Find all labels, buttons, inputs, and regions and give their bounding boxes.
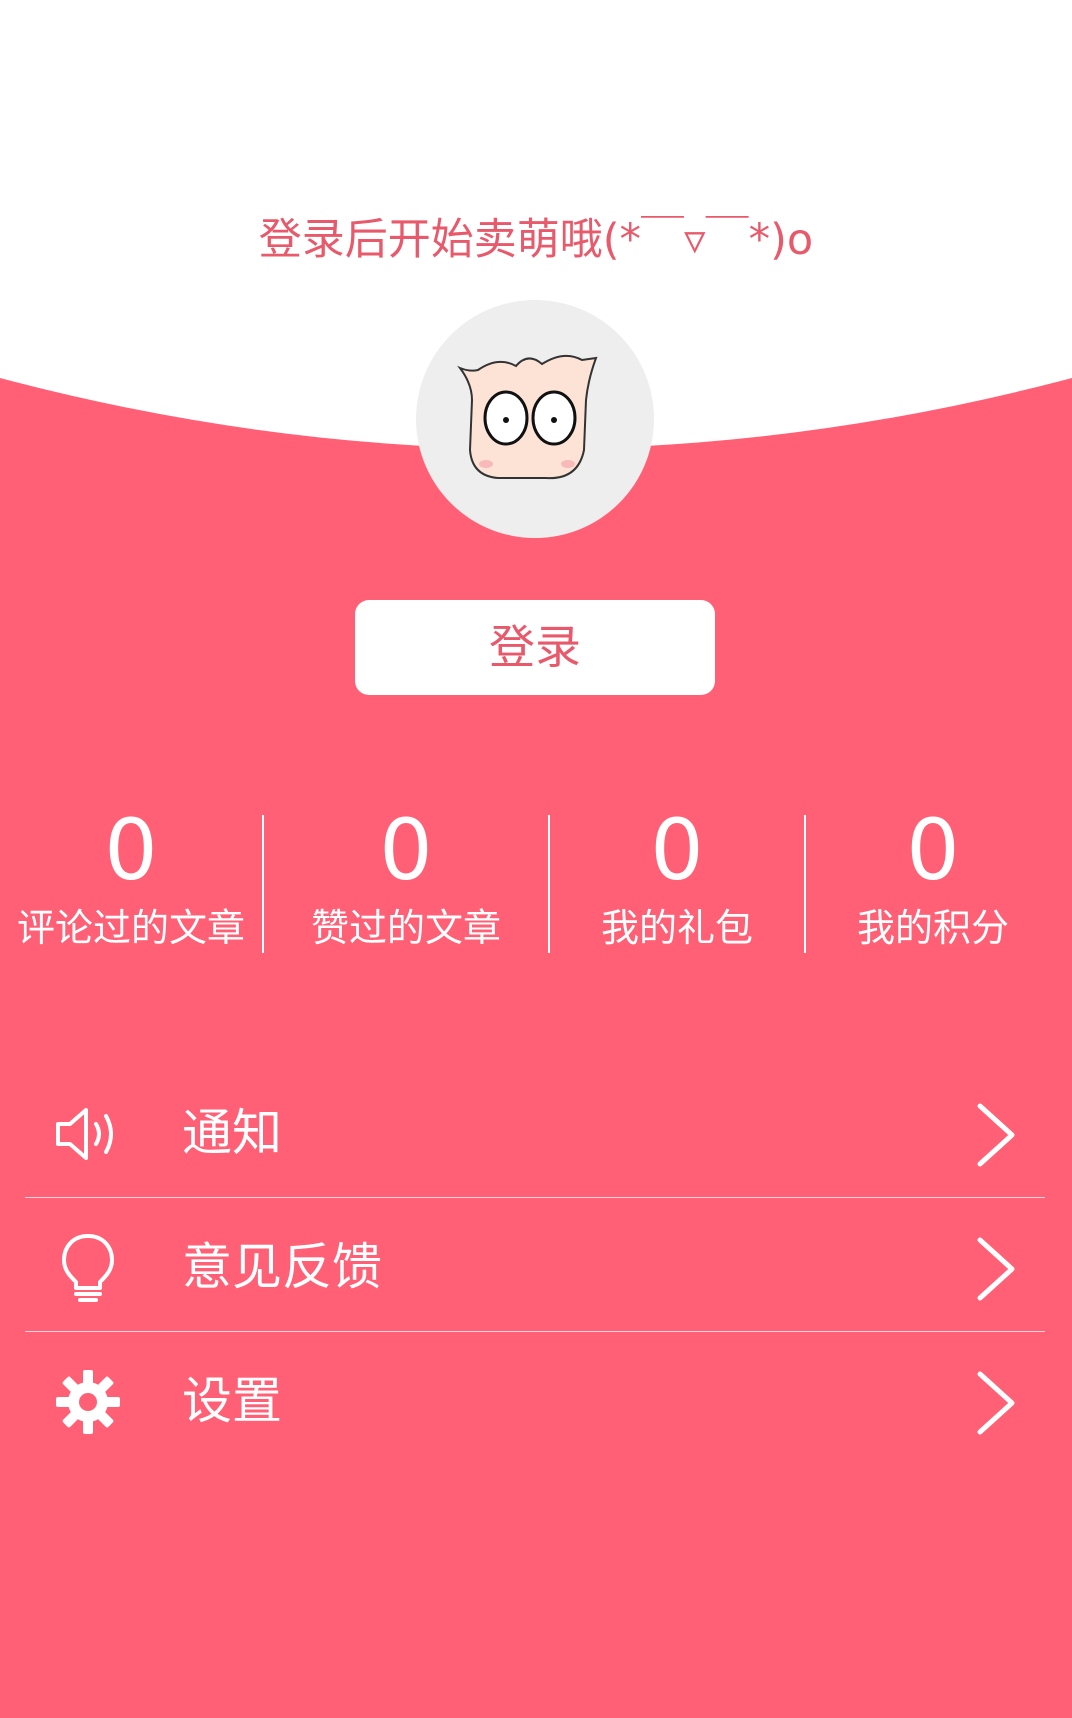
stat-label: 我的礼包	[600, 906, 753, 950]
avatar[interactable]	[416, 300, 654, 538]
stats-row: 0 评论过的文章 0 赞过的文章 0 我的礼包 0 我的积分	[0, 800, 1072, 960]
stat-label: 赞过的文章	[310, 906, 501, 950]
menu-divider	[25, 1331, 1045, 1332]
stat-value: 0	[906, 801, 960, 899]
login-button[interactable]: 登录	[355, 600, 715, 695]
chevron-right-icon	[977, 1237, 1015, 1301]
speaker-icon	[56, 1108, 113, 1160]
lightbulb-icon	[62, 1234, 114, 1302]
stat-liked-articles[interactable]: 0 赞过的文章	[264, 800, 548, 960]
menu-divider	[25, 1197, 1045, 1198]
stat-commented-articles[interactable]: 0 评论过的文章	[0, 800, 262, 960]
menu-item-label: 意见反馈	[182, 1238, 382, 1296]
stat-value: 0	[650, 801, 704, 899]
menu-item-settings[interactable]: 设置	[0, 1334, 1072, 1468]
stat-value: 0	[379, 801, 433, 899]
menu-item-notifications[interactable]: 通知	[0, 1066, 1072, 1200]
stat-label: 评论过的文章	[16, 906, 245, 950]
stat-my-points[interactable]: 0 我的积分	[806, 800, 1060, 960]
menu-item-label: 通知	[182, 1104, 282, 1162]
menu-item-feedback[interactable]: 意见反馈	[0, 1200, 1072, 1334]
gear-icon	[56, 1370, 120, 1434]
chevron-right-icon	[977, 1103, 1015, 1167]
login-prompt-text: 登录后开始卖萌哦(*￣▿￣*)o	[258, 215, 814, 265]
stat-label: 我的积分	[856, 906, 1009, 950]
stat-my-gifts[interactable]: 0 我的礼包	[550, 800, 804, 960]
chevron-right-icon	[977, 1371, 1015, 1435]
menu-item-label: 设置	[182, 1372, 282, 1430]
stat-value: 0	[104, 801, 158, 899]
cartoon-avatar-icon	[457, 354, 598, 480]
